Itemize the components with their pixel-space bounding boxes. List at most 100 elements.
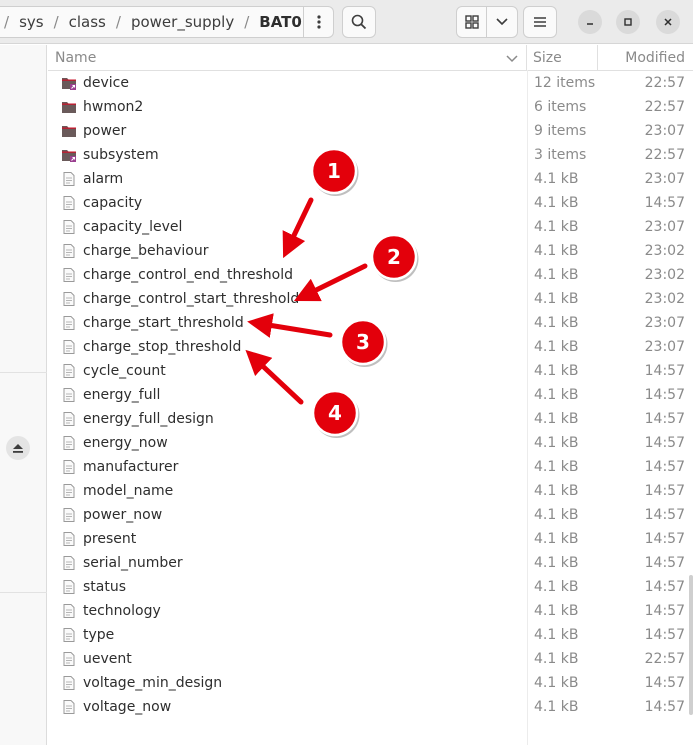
file-modified: 14:57 bbox=[644, 387, 685, 403]
file-row[interactable]: capacity 4.1 kB 14:57 bbox=[48, 191, 693, 215]
file-row[interactable]: energy_now 4.1 kB 14:57 bbox=[48, 431, 693, 455]
file-row[interactable]: status 4.1 kB 14:57 bbox=[48, 575, 693, 599]
file-row[interactable]: charge_start_threshold 4.1 kB 23:07 bbox=[48, 311, 693, 335]
file-name: energy_full_design bbox=[83, 411, 214, 427]
text-file-icon bbox=[61, 315, 77, 331]
breadcrumb-class[interactable]: class bbox=[69, 13, 106, 31]
search-button[interactable] bbox=[342, 6, 376, 38]
file-row[interactable]: alarm 4.1 kB 23:07 bbox=[48, 167, 693, 191]
file-row[interactable]: voltage_now 4.1 kB 14:57 bbox=[48, 695, 693, 719]
folder-icon bbox=[61, 123, 77, 139]
scrollbar[interactable] bbox=[689, 575, 693, 715]
file-name: charge_stop_threshold bbox=[83, 339, 242, 355]
file-name: manufacturer bbox=[83, 459, 179, 475]
text-file-icon bbox=[61, 507, 77, 523]
file-name: status bbox=[83, 579, 127, 595]
sidebar-divider bbox=[0, 592, 47, 593]
file-row[interactable]: hwmon2 6 items 22:57 bbox=[48, 95, 693, 119]
file-row[interactable]: voltage_min_design 4.1 kB 14:57 bbox=[48, 671, 693, 695]
minimize-icon bbox=[587, 23, 593, 25]
sidebar bbox=[0, 45, 47, 745]
file-size: 4.1 kB bbox=[534, 195, 579, 211]
file-name: subsystem bbox=[83, 147, 159, 163]
file-row[interactable]: capacity_level 4.1 kB 23:07 bbox=[48, 215, 693, 239]
file-row[interactable]: cycle_count 4.1 kB 14:57 bbox=[48, 359, 693, 383]
file-row[interactable]: model_name 4.1 kB 14:57 bbox=[48, 479, 693, 503]
file-row[interactable]: power 9 items 23:07 bbox=[48, 119, 693, 143]
folder-link-icon bbox=[61, 75, 77, 91]
file-modified: 14:57 bbox=[644, 627, 685, 643]
close-button[interactable] bbox=[656, 10, 680, 34]
file-row[interactable]: uevent 4.1 kB 22:57 bbox=[48, 647, 693, 671]
file-row[interactable]: charge_behaviour 4.1 kB 23:02 bbox=[48, 239, 693, 263]
file-row[interactable]: charge_control_end_threshold 4.1 kB 23:02 bbox=[48, 263, 693, 287]
file-row[interactable]: energy_full 4.1 kB 14:57 bbox=[48, 383, 693, 407]
file-name: uevent bbox=[83, 651, 132, 667]
file-size: 4.1 kB bbox=[534, 291, 579, 307]
file-row[interactable]: serial_number 4.1 kB 14:57 bbox=[48, 551, 693, 575]
file-row[interactable]: charge_stop_threshold 4.1 kB 23:07 bbox=[48, 335, 693, 359]
text-file-icon bbox=[61, 579, 77, 595]
file-modified: 14:57 bbox=[644, 531, 685, 547]
main-menu-button[interactable] bbox=[523, 6, 557, 38]
text-file-icon bbox=[61, 363, 77, 379]
file-modified: 23:07 bbox=[644, 315, 685, 331]
column-modified[interactable]: Modified bbox=[625, 50, 685, 66]
file-size: 4.1 kB bbox=[534, 315, 579, 331]
minimize-button[interactable] bbox=[578, 10, 602, 34]
eject-icon bbox=[13, 444, 23, 453]
chevron-down-icon bbox=[496, 18, 508, 26]
text-file-icon bbox=[61, 411, 77, 427]
file-size: 6 items bbox=[534, 99, 587, 115]
file-row[interactable]: type 4.1 kB 14:57 bbox=[48, 623, 693, 647]
folder-icon bbox=[61, 99, 77, 115]
file-modified: 14:57 bbox=[644, 363, 685, 379]
breadcrumb-separator: / bbox=[4, 13, 10, 31]
breadcrumb-sys[interactable]: sys bbox=[19, 13, 44, 31]
file-row[interactable]: power_now 4.1 kB 14:57 bbox=[48, 503, 693, 527]
file-modified: 22:57 bbox=[644, 99, 685, 115]
sort-chevron-icon[interactable] bbox=[506, 51, 518, 67]
file-name: energy_now bbox=[83, 435, 168, 451]
file-row[interactable]: present 4.1 kB 14:57 bbox=[48, 527, 693, 551]
text-file-icon bbox=[61, 603, 77, 619]
file-name: device bbox=[83, 75, 129, 91]
file-size: 4.1 kB bbox=[534, 627, 579, 643]
file-modified: 22:57 bbox=[644, 147, 685, 163]
file-row[interactable]: subsystem 3 items 22:57 bbox=[48, 143, 693, 167]
column-name[interactable]: Name bbox=[55, 50, 96, 66]
column-separator bbox=[527, 70, 528, 745]
file-name: voltage_now bbox=[83, 699, 172, 715]
file-modified: 23:07 bbox=[644, 171, 685, 187]
file-modified: 14:57 bbox=[644, 435, 685, 451]
header-bar: / sys / class / power_supply / BAT0 bbox=[0, 0, 693, 44]
breadcrumb-power-supply[interactable]: power_supply bbox=[131, 13, 234, 31]
file-row[interactable]: charge_control_start_threshold 4.1 kB 23:0… bbox=[48, 287, 693, 311]
file-size: 9 items bbox=[534, 123, 587, 139]
file-modified: 23:02 bbox=[644, 243, 685, 259]
grid-view-button[interactable] bbox=[457, 7, 487, 37]
file-modified: 14:57 bbox=[644, 555, 685, 571]
text-file-icon bbox=[61, 171, 77, 187]
file-row[interactable]: device 12 items 22:57 bbox=[48, 71, 693, 95]
file-name: charge_control_end_threshold bbox=[83, 267, 293, 283]
text-file-icon bbox=[61, 675, 77, 691]
breadcrumb-bat0[interactable]: BAT0 bbox=[259, 13, 302, 31]
eject-button[interactable] bbox=[6, 436, 30, 460]
file-row[interactable]: technology 4.1 kB 14:57 bbox=[48, 599, 693, 623]
view-options-button[interactable] bbox=[487, 7, 517, 37]
file-size: 4.1 kB bbox=[534, 531, 579, 547]
file-size: 4.1 kB bbox=[534, 243, 579, 259]
path-menu-button[interactable] bbox=[303, 7, 333, 37]
kebab-icon bbox=[316, 15, 321, 29]
text-file-icon bbox=[61, 699, 77, 715]
text-file-icon bbox=[61, 387, 77, 403]
file-size: 12 items bbox=[534, 75, 596, 91]
file-row[interactable]: energy_full_design 4.1 kB 14:57 bbox=[48, 407, 693, 431]
column-size[interactable]: Size bbox=[533, 50, 562, 66]
file-modified: 14:57 bbox=[644, 507, 685, 523]
text-file-icon bbox=[61, 195, 77, 211]
file-row[interactable]: manufacturer 4.1 kB 14:57 bbox=[48, 455, 693, 479]
maximize-button[interactable] bbox=[616, 10, 640, 34]
file-size: 4.1 kB bbox=[534, 603, 579, 619]
